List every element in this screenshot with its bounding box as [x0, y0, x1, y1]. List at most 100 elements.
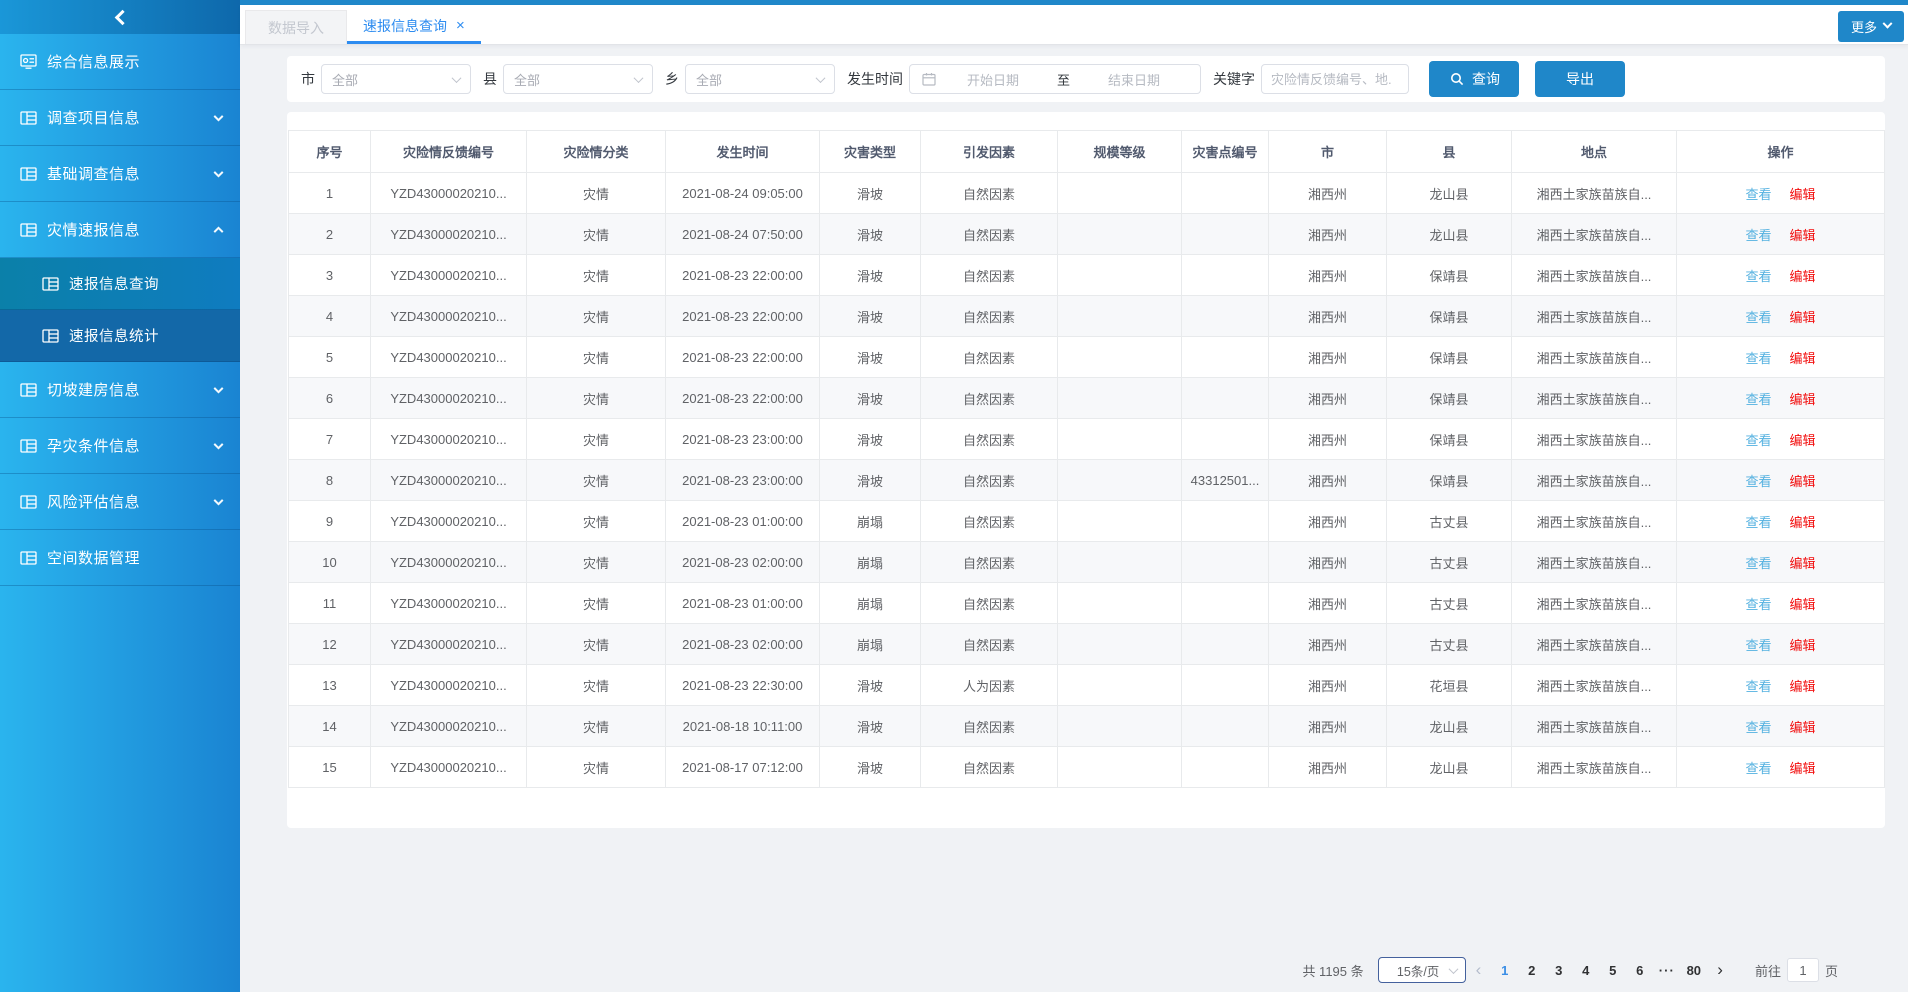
edit-link[interactable]: 编辑 [1790, 392, 1816, 407]
goto-unit: 页 [1825, 961, 1838, 980]
edit-link[interactable]: 编辑 [1790, 761, 1816, 776]
next-page-button[interactable]: › [1707, 960, 1733, 980]
edit-link[interactable]: 编辑 [1790, 679, 1816, 694]
table-cell: 14 [289, 706, 371, 747]
sidebar-item[interactable]: 综合信息展示 [0, 34, 240, 90]
view-link[interactable]: 查看 [1745, 597, 1771, 612]
table-cell: 湘西土家族苗族自... [1512, 460, 1677, 501]
more-button[interactable]: 更多 [1838, 11, 1904, 42]
edit-link[interactable]: 编辑 [1790, 433, 1816, 448]
table-row: 8YZD43000020210...灾情2021-08-23 23:00:00滑… [289, 460, 1885, 501]
table-cell: YZD43000020210... [371, 255, 527, 296]
view-link[interactable]: 查看 [1745, 720, 1771, 735]
tab-report-query[interactable]: 速报信息查询 [347, 10, 481, 44]
table-icon [20, 551, 37, 565]
table-cell: YZD43000020210... [371, 419, 527, 460]
table-cell-actions: 查看 编辑 [1677, 296, 1885, 337]
page-ellipsis[interactable]: ··· [1653, 963, 1680, 978]
edit-link[interactable]: 编辑 [1790, 638, 1816, 653]
chevron-down-icon [1448, 964, 1458, 974]
edit-link[interactable]: 编辑 [1790, 556, 1816, 571]
table-row: 11YZD43000020210...灾情2021-08-23 01:00:00… [289, 583, 1885, 624]
page-number[interactable]: 80 [1680, 963, 1707, 978]
county-select[interactable]: 全部 [503, 64, 653, 94]
chevron-left-icon [114, 9, 130, 25]
table-cell: 2021-08-23 01:00:00 [666, 583, 820, 624]
view-link[interactable]: 查看 [1745, 392, 1771, 407]
column-header: 灾险情反馈编号 [371, 131, 527, 173]
table-cell: 9 [289, 501, 371, 542]
sidebar-item[interactable]: 风险评估信息 [0, 474, 240, 530]
sidebar-item[interactable]: 基础调查信息 [0, 146, 240, 202]
sidebar-item[interactable]: 孕灾条件信息 [0, 418, 240, 474]
table-cell [1058, 296, 1182, 337]
edit-link[interactable]: 编辑 [1790, 597, 1816, 612]
table-cell: YZD43000020210... [371, 747, 527, 788]
view-link[interactable]: 查看 [1745, 269, 1771, 284]
page-number[interactable]: 5 [1599, 963, 1626, 978]
export-button[interactable]: 导出 [1535, 61, 1625, 97]
table-row: 1YZD43000020210...灾情2021-08-24 09:05:00滑… [289, 173, 1885, 214]
table-cell: YZD43000020210... [371, 665, 527, 706]
view-link[interactable]: 查看 [1745, 638, 1771, 653]
page-number[interactable]: 4 [1572, 963, 1599, 978]
table-cell: 古丈县 [1387, 501, 1512, 542]
table-cell: 2021-08-17 07:12:00 [666, 747, 820, 788]
keyword-input[interactable] [1261, 64, 1409, 94]
city-select[interactable]: 全部 [321, 64, 471, 94]
edit-link[interactable]: 编辑 [1790, 515, 1816, 530]
town-select[interactable]: 全部 [685, 64, 835, 94]
page-number[interactable]: 6 [1626, 963, 1653, 978]
goto-page-input[interactable] [1787, 958, 1819, 982]
table-cell: 灾情 [527, 296, 666, 337]
table-cell-actions: 查看 编辑 [1677, 542, 1885, 583]
table-cell: 自然因素 [921, 296, 1058, 337]
table-row: 4YZD43000020210...灾情2021-08-23 22:00:00滑… [289, 296, 1885, 337]
page-number[interactable]: 2 [1518, 963, 1545, 978]
table-cell [1182, 296, 1269, 337]
table-cell: 2021-08-23 22:00:00 [666, 378, 820, 419]
edit-link[interactable]: 编辑 [1790, 720, 1816, 735]
sidebar-collapse-button[interactable] [0, 0, 240, 34]
sidebar-subitem[interactable]: 速报信息统计 [0, 310, 240, 362]
sidebar-item[interactable]: 切坡建房信息 [0, 362, 240, 418]
table-cell: 湘西土家族苗族自... [1512, 378, 1677, 419]
edit-link[interactable]: 编辑 [1790, 228, 1816, 243]
sidebar-subitem[interactable]: 速报信息查询 [0, 258, 240, 310]
view-link[interactable]: 查看 [1745, 310, 1771, 325]
tab-data-import[interactable]: 数据导入 [245, 10, 347, 44]
table-cell: 4 [289, 296, 371, 337]
edit-link[interactable]: 编辑 [1790, 474, 1816, 489]
edit-link[interactable]: 编辑 [1790, 269, 1816, 284]
prev-page-button[interactable]: ‹ [1466, 960, 1492, 980]
edit-link[interactable]: 编辑 [1790, 310, 1816, 325]
table-cell: 灾情 [527, 173, 666, 214]
view-link[interactable]: 查看 [1745, 515, 1771, 530]
view-link[interactable]: 查看 [1745, 433, 1771, 448]
page-list: 123456···80 [1491, 963, 1707, 978]
table-cell [1058, 706, 1182, 747]
close-icon[interactable] [456, 18, 465, 33]
view-link[interactable]: 查看 [1745, 474, 1771, 489]
edit-link[interactable]: 编辑 [1790, 187, 1816, 202]
sidebar-item[interactable]: 调查项目信息 [0, 90, 240, 146]
search-button-label: 查询 [1472, 69, 1500, 89]
view-link[interactable]: 查看 [1745, 679, 1771, 694]
table-cell: 湘西土家族苗族自... [1512, 296, 1677, 337]
search-button[interactable]: 查询 [1429, 61, 1519, 97]
page-number[interactable]: 3 [1545, 963, 1572, 978]
view-link[interactable]: 查看 [1745, 351, 1771, 366]
edit-link[interactable]: 编辑 [1790, 351, 1816, 366]
page-size-select[interactable]: 15条/页 [1378, 957, 1466, 983]
column-header: 地点 [1512, 131, 1677, 173]
view-link[interactable]: 查看 [1745, 187, 1771, 202]
sidebar-item[interactable]: 灾情速报信息 [0, 202, 240, 258]
table-cell: 自然因素 [921, 706, 1058, 747]
view-link[interactable]: 查看 [1745, 228, 1771, 243]
page-number[interactable]: 1 [1491, 963, 1518, 978]
date-range-picker[interactable]: 开始日期 至 结束日期 [909, 64, 1201, 94]
table-icon [20, 111, 37, 125]
view-link[interactable]: 查看 [1745, 761, 1771, 776]
view-link[interactable]: 查看 [1745, 556, 1771, 571]
sidebar-item[interactable]: 空间数据管理 [0, 530, 240, 586]
